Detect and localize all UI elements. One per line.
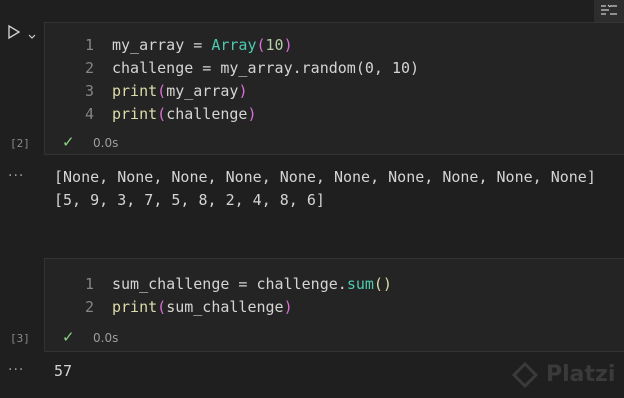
code-token: ) xyxy=(238,82,248,100)
run-cell-button[interactable] xyxy=(6,24,24,42)
code-token: challenge xyxy=(166,105,248,123)
code-token: = xyxy=(193,59,221,77)
code-token: = xyxy=(229,275,257,293)
code-token: . xyxy=(337,275,347,293)
code-token: Array xyxy=(211,36,257,54)
line-number: 1 xyxy=(84,36,94,54)
code-token: print xyxy=(112,82,158,100)
execution-duration: 0.0s xyxy=(93,136,119,150)
run-options-chevron[interactable] xyxy=(27,27,37,39)
code-token: my_array xyxy=(220,59,293,77)
outline-toggle-button[interactable] xyxy=(594,0,624,22)
code-token: ( xyxy=(157,298,167,316)
code-token: sum xyxy=(346,275,374,293)
code-text: print(sum_challenge) xyxy=(112,296,293,319)
code-text: my_array = Array(10) xyxy=(112,34,293,57)
line-number: 4 xyxy=(84,105,94,123)
output-line: 57 xyxy=(54,362,73,380)
line-number: 2 xyxy=(84,298,94,316)
code-token: = xyxy=(184,36,212,54)
chevron-down-icon xyxy=(28,34,36,39)
code-token: ( xyxy=(157,82,167,100)
code-token: ) xyxy=(283,298,293,316)
code-token: print xyxy=(112,105,158,123)
execution-count: [2] xyxy=(10,137,30,150)
output-line: [5, 9, 3, 7, 5, 8, 2, 4, 8, 6] xyxy=(54,191,325,209)
code-token: my_array xyxy=(112,36,185,54)
code-token: () xyxy=(373,275,392,293)
output-more-button[interactable]: ··· xyxy=(8,362,24,378)
platzi-logo xyxy=(511,361,539,392)
code-token: ) xyxy=(247,105,257,123)
code-token: 10 xyxy=(265,36,284,54)
code-token: ( xyxy=(157,105,167,123)
code-text: print(challenge) xyxy=(112,103,257,126)
output-line: [None, None, None, None, None, None, Non… xyxy=(54,168,596,186)
line-number: 1 xyxy=(84,275,94,293)
code-text: sum_challenge = challenge.sum() xyxy=(112,273,392,296)
execution-count: [3] xyxy=(10,332,30,345)
success-check-icon: ✓ xyxy=(62,328,75,346)
code-token: sum_challenge xyxy=(112,275,230,293)
code-token: .random(0, 10) xyxy=(292,59,420,77)
output-more-button[interactable]: ··· xyxy=(8,168,24,184)
code-token: ( xyxy=(256,36,266,54)
watermark-text: Platzi xyxy=(546,362,616,387)
code-token: print xyxy=(112,298,158,316)
code-token: challenge xyxy=(112,59,194,77)
line-number: 2 xyxy=(84,59,94,77)
outline-list-icon xyxy=(601,4,617,15)
code-text: challenge = my_array.random(0, 10) xyxy=(112,57,419,80)
platzi-logo-icon xyxy=(511,361,539,389)
code-token: sum_challenge xyxy=(166,298,284,316)
code-text: print(my_array) xyxy=(112,80,247,103)
success-check-icon: ✓ xyxy=(62,133,75,151)
run-triangle-icon xyxy=(8,24,21,40)
code-token: my_array xyxy=(166,82,239,100)
execution-duration: 0.0s xyxy=(93,331,119,345)
code-token: ) xyxy=(283,36,293,54)
code-token: challenge xyxy=(256,275,338,293)
line-number: 3 xyxy=(84,82,94,100)
